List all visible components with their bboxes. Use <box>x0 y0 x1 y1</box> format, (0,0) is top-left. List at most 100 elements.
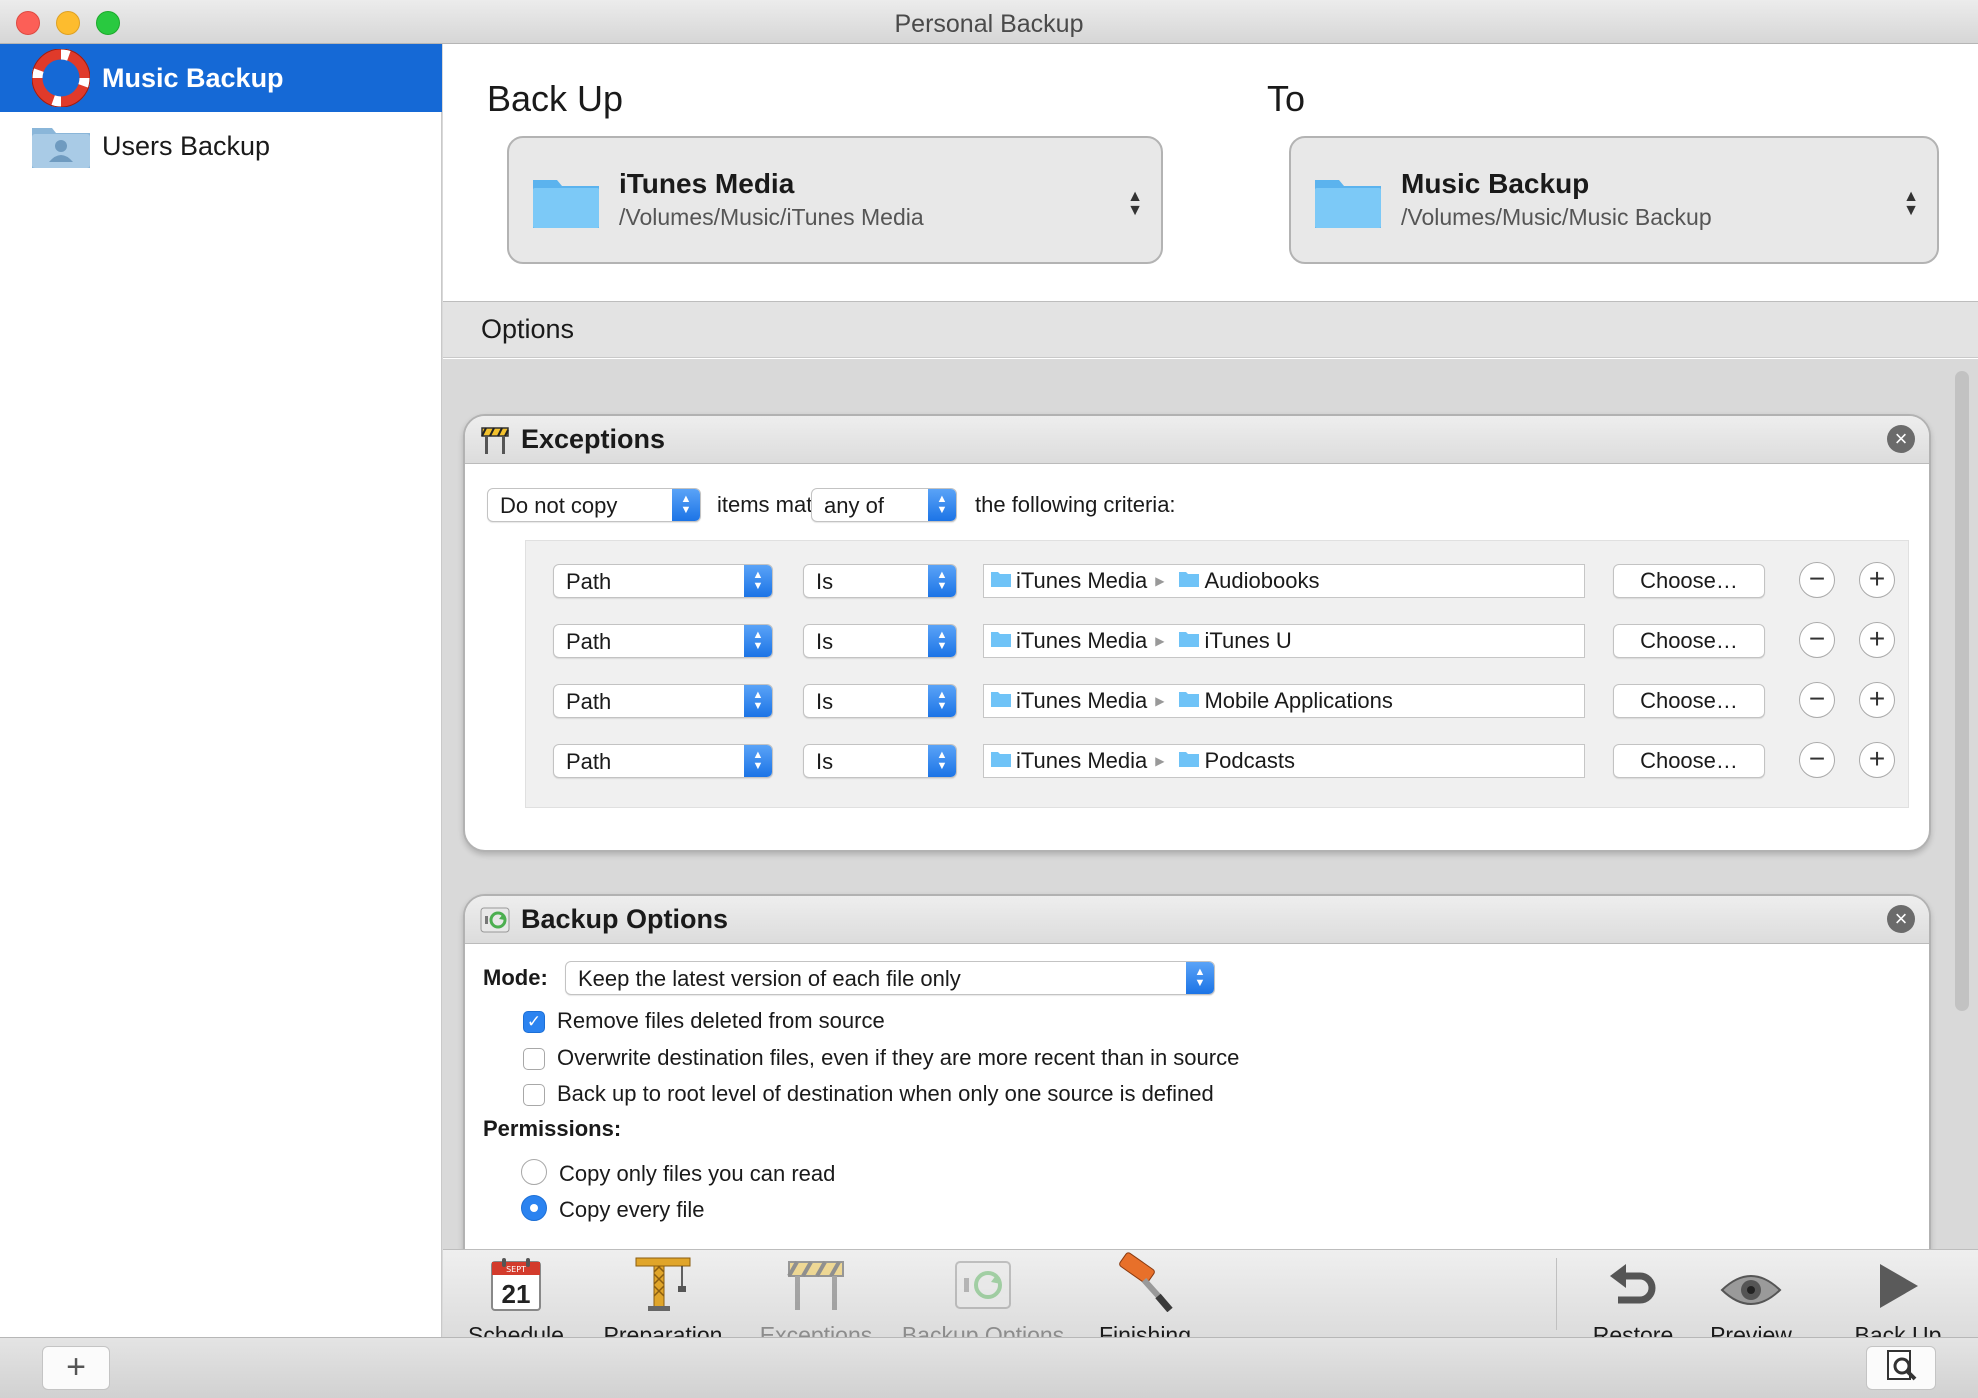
source-selector[interactable]: iTunes Media /Volumes/Music/iTunes Media… <box>507 136 1163 264</box>
radio-label: Copy every file <box>559 1197 705 1222</box>
remove-criterion-button[interactable]: − <box>1799 622 1835 658</box>
choose-button[interactable]: Choose… <box>1613 624 1765 658</box>
remove-criterion-button[interactable]: − <box>1799 562 1835 598</box>
destination-name: Music Backup <box>1401 168 1590 199</box>
remove-criterion-button[interactable]: − <box>1799 742 1835 778</box>
crane-icon <box>593 1256 733 1312</box>
operator-popup[interactable]: Is ▲ ▼ <box>803 624 957 658</box>
source-path: /Volumes/Music/iTunes Media <box>619 204 924 230</box>
title-bar: Personal Backup <box>0 0 1978 44</box>
checkbox-label: Back up to root level of destination whe… <box>557 1081 1214 1106</box>
permissions-label: Permissions: <box>483 1116 622 1141</box>
bottom-bar: + <box>0 1337 1978 1398</box>
copy-every-file-radio[interactable] <box>521 1195 547 1221</box>
exceptions-title: Exceptions <box>521 424 666 454</box>
folder-icon <box>990 628 1012 654</box>
action-popup[interactable]: Do not copy ▲ ▼ <box>487 488 701 522</box>
add-criterion-button[interactable]: + <box>1859 622 1895 658</box>
sidebar-item-label: Users Backup <box>102 130 271 161</box>
popup-arrows-icon: ▲ ▼ <box>928 489 956 521</box>
operator-popup[interactable]: Is ▲ ▼ <box>803 564 957 598</box>
paint-roller-icon <box>1075 1252 1215 1312</box>
match-popup[interactable]: any of ▲ ▼ <box>811 488 957 522</box>
folder-icon <box>990 568 1012 594</box>
users-folder-icon <box>30 116 92 176</box>
backup-options-panel: Backup Options × Mode: Keep the latest v… <box>463 894 1931 1249</box>
sidebar-item-label: Music Backup <box>102 62 284 93</box>
checkbox-label: Remove files deleted from source <box>557 1008 885 1033</box>
field-popup[interactable]: Path ▲ ▼ <box>553 744 773 778</box>
add-criterion-button[interactable]: + <box>1859 562 1895 598</box>
calendar-day: 21 <box>502 1279 531 1309</box>
popup-arrows-icon: ▲ ▼ <box>928 685 956 717</box>
exceptions-panel-header: Exceptions × <box>465 416 1929 464</box>
sidebar-item-users-backup[interactable]: Users Backup <box>0 112 442 180</box>
popup-arrows-icon: ▲ ▼ <box>744 625 772 657</box>
path-control[interactable]: iTunes Media ▶ iTunes U <box>983 624 1585 658</box>
destination-selector[interactable]: Music Backup /Volumes/Music/Music Backup… <box>1289 136 1939 264</box>
choose-button[interactable]: Choose… <box>1613 684 1765 718</box>
overwrite-checkbox[interactable] <box>523 1048 545 1070</box>
path-control[interactable]: iTunes Media ▶ Mobile Applications <box>983 684 1585 718</box>
finishing-tool[interactable]: Finishing <box>1075 1252 1215 1349</box>
path-control[interactable]: iTunes Media ▶ Podcasts <box>983 744 1585 778</box>
operator-popup[interactable]: Is ▲ ▼ <box>803 684 957 718</box>
exceptions-tool[interactable]: Exceptions <box>741 1256 891 1349</box>
folder-icon <box>1178 688 1200 714</box>
view-log-button[interactable] <box>1866 1346 1936 1390</box>
options-header: Options <box>443 301 1978 358</box>
vertical-scrollbar[interactable] <box>1955 371 1969 1011</box>
copy-readable-radio[interactable] <box>521 1159 547 1185</box>
folder-icon <box>1178 568 1200 594</box>
path-separator-icon: ▶ <box>1155 694 1165 708</box>
exceptions-panel: Exceptions × Do not copy ▲ ▼ items matchi… <box>463 414 1931 852</box>
options-label: Options <box>481 314 575 344</box>
mode-label: Mode: <box>483 965 548 990</box>
back-up-tool[interactable]: Back Up <box>1831 1256 1965 1349</box>
close-panel-button[interactable]: × <box>1887 905 1915 933</box>
schedule-tool[interactable]: SEPT 21 Schedule <box>461 1256 571 1349</box>
field-popup[interactable]: Path ▲ ▼ <box>553 684 773 718</box>
calendar-icon: SEPT 21 <box>461 1256 571 1312</box>
close-panel-button[interactable]: × <box>1887 425 1915 453</box>
choose-button[interactable]: Choose… <box>1613 744 1765 778</box>
window-title: Personal Backup <box>894 10 1084 38</box>
field-popup[interactable]: Path ▲ ▼ <box>553 624 773 658</box>
toolbar-separator <box>1556 1258 1557 1330</box>
path-separator-icon: ▶ <box>1155 754 1165 768</box>
folder-icon <box>990 748 1012 774</box>
options-scroll-area[interactable]: Exceptions × Do not copy ▲ ▼ items matchi… <box>443 359 1978 1249</box>
remove-criterion-button[interactable]: − <box>1799 682 1835 718</box>
backup-heading: Back Up <box>487 78 624 119</box>
add-criterion-button[interactable]: + <box>1859 742 1895 778</box>
remove-deleted-checkbox[interactable]: ✓ <box>523 1011 545 1033</box>
folder-icon <box>1178 628 1200 654</box>
popup-arrows-icon: ▲ ▼ <box>928 745 956 777</box>
preparation-tool[interactable]: Preparation <box>593 1256 733 1349</box>
eye-icon <box>1691 1256 1811 1312</box>
folder-icon <box>1178 748 1200 774</box>
add-task-button[interactable]: + <box>42 1346 110 1390</box>
to-heading: To <box>1267 78 1306 119</box>
mode-popup[interactable]: Keep the latest version of each file onl… <box>565 961 1215 995</box>
operator-popup[interactable]: Is ▲ ▼ <box>803 744 957 778</box>
popup-arrows-icon: ▲ ▼ <box>1127 188 1143 219</box>
preview-tool[interactable]: Preview <box>1691 1256 1811 1349</box>
document-search-icon <box>1883 1349 1919 1388</box>
folder-icon <box>531 174 601 235</box>
criteria-text: the following criteria: <box>975 492 1176 517</box>
backup-options-tool[interactable]: Backup Options <box>893 1256 1073 1349</box>
restore-tool[interactable]: Restore <box>1573 1256 1693 1349</box>
sidebar-item-music-backup[interactable]: Music Backup <box>0 44 442 112</box>
bottom-toolbar: SEPT 21 Schedule Preparation Exceptions … <box>443 1249 1978 1348</box>
calendar-month: SEPT <box>506 1265 526 1274</box>
root-level-checkbox[interactable] <box>523 1084 545 1106</box>
backup-options-title: Backup Options <box>521 904 729 934</box>
main-pane: Back Up To iTunes Media /Volumes/Music/i… <box>443 44 1978 1348</box>
choose-button[interactable]: Choose… <box>1613 564 1765 598</box>
popup-arrows-icon: ▲ ▼ <box>744 745 772 777</box>
path-control[interactable]: iTunes Media ▶ Audiobooks <box>983 564 1585 598</box>
destination-path: /Volumes/Music/Music Backup <box>1401 204 1712 230</box>
add-criterion-button[interactable]: + <box>1859 682 1895 718</box>
field-popup[interactable]: Path ▲ ▼ <box>553 564 773 598</box>
